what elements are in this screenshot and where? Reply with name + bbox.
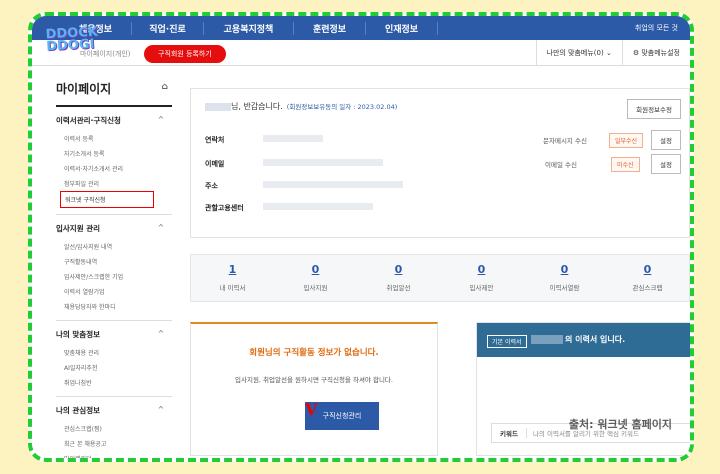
my-menu-dropdown[interactable]: 나만의 맞춤메뉴(0) ⌄ <box>535 40 622 66</box>
home-icon[interactable]: ⌂ <box>162 82 168 92</box>
email-settings-button[interactable]: 설정 <box>651 154 681 174</box>
stat-offer[interactable]: 0 입사제안 <box>440 255 523 301</box>
email-redacted <box>263 159 383 166</box>
sidebar-item[interactable]: 채용담당자와 한마디 <box>56 299 172 314</box>
sidebar-item[interactable]: 구직활동내역 <box>56 254 172 269</box>
sidebar-item[interactable]: 취업나침반 <box>56 375 172 390</box>
resume-title: 의 이력서 입니다. <box>565 335 626 344</box>
activity-stats: 1내 이력서 0 입사지원 0 취업알선 0 입사제안 0 이력서열람 0 관심스크랩 <box>190 254 690 302</box>
stat-viewed[interactable]: 0 이력서열람 <box>523 255 606 301</box>
source-watermark: 출처: 워크넷 홈페이지 <box>568 418 672 431</box>
sidebar-item[interactable]: 첨부파일 관리 <box>56 176 172 191</box>
chevron-up-icon[interactable]: ^ <box>158 115 164 124</box>
sidebar-item[interactable]: 알선/입사지원 내역 <box>56 239 172 254</box>
gear-icon: ⚙ <box>632 49 640 57</box>
nav-item-welfare[interactable]: 고용복지정책 <box>204 21 294 35</box>
stat-apply[interactable]: 0 입사지원 <box>274 255 357 301</box>
top-navigation: 채용정보 직업·진로 고용복지정책 훈련정보 인재정보 취업의 모든 것 <box>32 16 690 40</box>
stat-resume[interactable]: 1내 이력서 <box>191 255 274 301</box>
check-mark-annotation: V <box>305 400 318 419</box>
sidebar-group-title[interactable]: 이력서관리·구직신청 ^ <box>56 115 172 126</box>
menu-settings-button[interactable]: ⚙ 맞춤메뉴설정 <box>621 40 690 66</box>
sidebar-item[interactable]: 입사제안/스크랩한 기업 <box>56 269 172 284</box>
job-search-card: 회원님의 구직활동 정보가 없습니다. 입사지원, 취업알선을 원하시면 구직신… <box>190 322 438 456</box>
phone-redacted <box>263 135 323 142</box>
sidebar-item[interactable]: AI일자리추천 <box>56 360 172 375</box>
sms-status-badge: 일부수신 <box>609 133 644 148</box>
sidebar-item[interactable]: 이력서 열람기업 <box>56 284 172 299</box>
chevron-up-icon[interactable]: ^ <box>158 405 164 414</box>
email-receive-label: 이메일 수신 <box>545 161 577 169</box>
sidebar-group-title[interactable]: 입사지원 관리 ^ <box>56 223 172 234</box>
center-label: 관할고용센터 <box>205 204 244 212</box>
nav-item-training[interactable]: 훈련정보 <box>294 21 366 35</box>
chevron-up-icon[interactable]: ^ <box>158 329 164 338</box>
sidebar: 마이페이지 ⌂ 이력서관리·구직신청 ^ 이력서 등록 자기소개서 등록 이력서·… <box>56 80 172 458</box>
address-redacted <box>263 181 403 188</box>
sidebar-group-interest: 나의 관심정보 ^ 관심스크랩(찜) 최근 본 채용공고 마이캘린더 <box>56 397 172 458</box>
breadcrumb-active: 구직회원 등록하기 <box>144 45 226 63</box>
nav-item-career[interactable]: 직업·진로 <box>132 21 204 35</box>
user-name-redacted <box>205 102 231 111</box>
profile-card: 님, 반갑습니다. (회원정보보유동의 일자 : 2023.02.04) 회원정보… <box>190 88 690 238</box>
sidebar-item[interactable]: 마이캘린더 <box>56 451 172 458</box>
job-activity-desc: 입사지원, 취업알선을 원하시면 구직신청을 하셔야 합니다. <box>235 376 393 384</box>
nav-item-talent[interactable]: 인재정보 <box>366 21 438 35</box>
address-label: 주소 <box>205 182 218 190</box>
sidebar-item[interactable]: 관심스크랩(찜) <box>56 421 172 436</box>
sidebar-item[interactable]: 이력서 등록 <box>56 131 172 146</box>
app-frame: 채용정보 직업·진로 고용복지정책 훈련정보 인재정보 취업의 모든 것 마이페… <box>28 12 694 462</box>
breadcrumb-tools: 나만의 맞춤메뉴(0) ⌄ ⚙ 맞춤메뉴설정 <box>535 40 691 66</box>
sidebar-group-apply: 입사지원 관리 ^ 알선/입사지원 내역 구직활동내역 입사제안/스크랩한 기업 … <box>56 215 172 321</box>
sidebar-group-title[interactable]: 나의 맞춤정보 ^ <box>56 329 172 340</box>
resume-name-redacted <box>531 335 563 344</box>
keyword-label: 키워드 <box>492 428 527 438</box>
greeting-row: 님, 반갑습니다. (회원정보보유동의 일자 : 2023.02.04) <box>205 101 397 112</box>
sms-settings-button[interactable]: 설정 <box>651 130 681 150</box>
center-redacted <box>263 203 373 210</box>
sidebar-title: 마이페이지 ⌂ <box>56 80 172 107</box>
chevron-up-icon[interactable]: ^ <box>158 223 164 232</box>
ddockddogi-logo: DDOCK DDOGI <box>45 24 99 55</box>
phone-label: 연락처 <box>205 136 225 144</box>
nav-all-link[interactable]: 취업의 모든 것 <box>635 23 678 33</box>
resume-card: 기본 이력서 의 이력서 입니다. 키워드 나의 이력서를 알리기 위한 핵심 … <box>476 322 690 456</box>
stat-placement[interactable]: 0 취업알선 <box>357 255 440 301</box>
email-label: 이메일 <box>205 160 225 168</box>
sidebar-item[interactable]: 자기소개서 등록 <box>56 146 172 161</box>
resume-card-header: 기본 이력서 의 이력서 입니다. <box>477 323 690 357</box>
breadcrumb: 마이페이지(개인) 구직회원 등록하기 나만의 맞춤메뉴(0) ⌄ ⚙ 맞춤메뉴… <box>32 40 690 66</box>
stat-scrap[interactable]: 0 관심스크랩 <box>606 255 689 301</box>
chevron-down-icon: ⌄ <box>605 49 612 57</box>
sidebar-item[interactable]: 최근 본 채용공고 <box>56 436 172 451</box>
sidebar-item-job-application[interactable]: 워크넷 구직신청 <box>60 191 154 208</box>
sidebar-item[interactable]: 맞춤채용 관리 <box>56 345 172 360</box>
email-status-badge: 미수신 <box>611 157 640 172</box>
sidebar-item[interactable]: 이력서·자기소개서 관리 <box>56 161 172 176</box>
edit-profile-button[interactable]: 회원정보수정 <box>627 99 681 119</box>
resume-tag: 기본 이력서 <box>487 335 527 348</box>
sms-label: 문자메시지 수신 <box>543 137 587 145</box>
sidebar-group-title[interactable]: 나의 관심정보 ^ <box>56 405 172 416</box>
sidebar-group-custom: 나의 맞춤정보 ^ 맞춤채용 관리 AI일자리추천 취업나침반 <box>56 321 172 397</box>
no-job-activity-title: 회원님의 구직활동 정보가 없습니다. <box>249 348 379 358</box>
sidebar-group-resume: 이력서관리·구직신청 ^ 이력서 등록 자기소개서 등록 이력서·자기소개서 관리… <box>56 107 172 215</box>
